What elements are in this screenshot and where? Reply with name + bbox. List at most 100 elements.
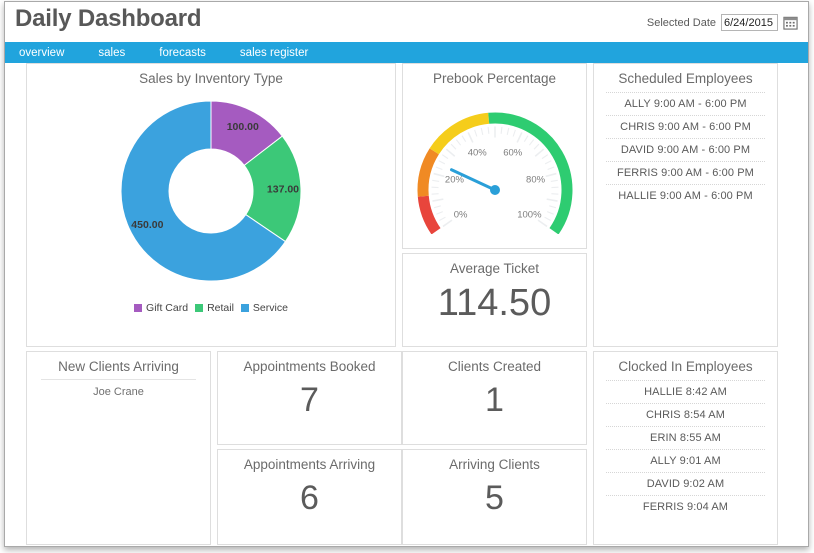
gauge-tick-label: 100% <box>517 210 542 221</box>
legend-item[interactable]: Gift Card <box>134 302 188 314</box>
appointments-booked-value: 7 <box>300 381 319 419</box>
page-title: Daily Dashboard <box>15 5 202 32</box>
gauge-tick-labels: 0% 20% 40% 60% 80% 100% <box>444 147 545 220</box>
panel-average-ticket: Average Ticket 114.50 <box>402 253 587 347</box>
nav-item-sales-register[interactable]: sales register <box>240 47 308 59</box>
gauge-tick <box>506 127 509 135</box>
scheduled-employee-row: CHRIS 9:00 AM - 6:00 PM <box>606 115 765 138</box>
legend-swatch-icon <box>195 304 204 312</box>
scheduled-employee-row: ALLY 9:00 AM - 6:00 PM <box>606 92 765 115</box>
legend-swatch-icon <box>240 304 249 312</box>
legend-swatch-icon <box>134 304 143 312</box>
donut-slice-label: 100.00 <box>227 121 259 133</box>
dashboard-grid: Sales by Inventory Type 100.00 137.00 450.… <box>5 63 808 545</box>
clocked-in-employee-row: HALLIE 8:42 AM <box>606 380 765 403</box>
gauge-tick <box>441 154 448 160</box>
gauge-tick <box>545 172 557 178</box>
gauge-tick <box>533 143 539 150</box>
gauge-tick <box>548 205 556 209</box>
main-nav: overview sales forecasts sales register <box>5 42 808 63</box>
gauge-tick <box>537 219 547 228</box>
panel-title-arriving-clients: Arriving Clients <box>449 457 540 472</box>
gauge-needle-hub <box>489 185 500 195</box>
gauge-tick <box>515 132 523 143</box>
panel-arriving-clients: Arriving Clients 5 <box>402 449 587 545</box>
gauge-tick-label: 40% <box>467 147 487 158</box>
panel-title-clients-created: Clients Created <box>447 359 542 374</box>
new-client-row: Joe Crane <box>41 379 196 402</box>
panel-title-average-ticket: Average Ticket <box>449 261 540 276</box>
panel-new-clients-arriving: New Clients Arriving Joe Crane <box>26 351 211 545</box>
donut-chart-sales-by-inventory-type: 100.00 137.00 450.00 <box>27 86 395 301</box>
gauge-tick <box>461 135 466 142</box>
clocked-in-employee-row: CHRIS 8:54 AM <box>606 403 765 426</box>
gauge-chart-prebook-percentage: 0% 20% 40% 60% 80% 100% <box>403 86 586 236</box>
nav-item-overview[interactable]: overview <box>19 47 64 59</box>
panel-sales-by-inventory-type: Sales by Inventory Type 100.00 137.00 450.… <box>26 63 396 347</box>
legend-label: Retail <box>207 302 234 314</box>
gauge-tick <box>450 143 456 150</box>
legend-item[interactable]: Service <box>240 302 288 314</box>
arriving-clients-value: 5 <box>485 479 504 517</box>
gauge-tick <box>543 216 551 222</box>
app-header: Daily Dashboard Selected Date <box>5 2 808 42</box>
panel-prebook-percentage: Prebook Percentage 0% 20% 40% 60% 80% 100% <box>402 63 587 249</box>
clients-created-value: 1 <box>485 381 504 419</box>
gauge-tick <box>528 139 534 146</box>
gauge-tick <box>487 126 489 134</box>
gauge-tick <box>455 139 461 146</box>
nav-item-forecasts[interactable]: forecasts <box>159 47 206 59</box>
gauge-tick <box>466 132 474 143</box>
gauge-tick <box>438 216 446 222</box>
gauge-tick <box>433 205 441 209</box>
scheduled-employee-row: FERRIS 9:00 AM - 6:00 PM <box>606 161 765 184</box>
gauge-tick <box>437 160 445 165</box>
calendar-icon[interactable] <box>783 15 798 30</box>
donut-slice-label: 450.00 <box>131 219 163 231</box>
average-ticket-value: 114.50 <box>437 282 552 324</box>
donut-legend: Gift Card Retail Service <box>27 302 395 314</box>
panel-title-prebook-percentage: Prebook Percentage <box>432 71 557 86</box>
clocked-in-employee-row: FERRIS 9:04 AM <box>606 495 765 518</box>
clocked-in-employees-list: HALLIE 8:42 AM CHRIS 8:54 AM ERIN 8:55 AM A… <box>606 380 765 518</box>
panel-clients-created: Clients Created 1 <box>402 351 587 445</box>
panel-title-sales-by-inventory-type: Sales by Inventory Type <box>139 71 283 86</box>
gauge-tick <box>546 211 554 215</box>
gauge-tick <box>480 127 483 135</box>
panel-title-appointments-booked: Appointments Booked <box>243 359 376 374</box>
gauge-tick <box>534 148 544 157</box>
gauge-tick <box>546 166 554 171</box>
gauge-tick <box>432 172 444 178</box>
panel-clocked-in-employees: Clocked In Employees HALLIE 8:42 AM CHRIS… <box>593 351 778 545</box>
new-clients-arriving-list: Joe Crane <box>41 379 196 402</box>
gauge-tick <box>431 179 439 182</box>
gauge-tick <box>544 160 552 165</box>
selected-date-control: Selected Date <box>647 14 798 31</box>
panel-title-new-clients-arriving: New Clients Arriving <box>58 359 179 374</box>
application-window: Daily Dashboard Selected Date 6/24/2015 … <box>4 1 809 547</box>
gauge-tick <box>550 179 558 182</box>
gauge-tick <box>512 129 516 137</box>
gauge-tick <box>500 126 502 134</box>
clocked-in-employee-row: ERIN 8:55 AM <box>606 426 765 449</box>
gauge-tick <box>445 148 455 157</box>
gauge-band <box>429 112 489 155</box>
panel-title-appointments-arriving: Appointments Arriving <box>243 457 376 472</box>
panel-scheduled-employees: Scheduled Employees ALLY 9:00 AM - 6:00 … <box>593 63 778 347</box>
selected-date-label: Selected Date <box>646 16 716 29</box>
nav-item-sales[interactable]: sales <box>98 47 125 59</box>
panel-title-scheduled-employees: Scheduled Employees <box>618 71 753 86</box>
scheduled-employees-list: ALLY 9:00 AM - 6:00 PM CHRIS 9:00 AM - 6:… <box>606 92 765 207</box>
panel-title-clocked-in-employees: Clocked In Employees <box>618 359 753 374</box>
gauge-tick-label: 80% <box>526 175 546 186</box>
gauge-tick-label: 60% <box>503 147 523 158</box>
clocked-in-employee-row: DAVID 9:02 AM <box>606 472 765 495</box>
gauge-tick <box>541 154 548 160</box>
legend-label: Service <box>252 302 288 314</box>
selected-date-input[interactable] <box>721 14 778 31</box>
scheduled-employee-row: HALLIE 9:00 AM - 6:00 PM <box>606 184 765 207</box>
donut-slice-label: 137.00 <box>267 183 299 195</box>
gauge-tick <box>435 166 443 171</box>
legend-item[interactable]: Retail <box>195 302 234 314</box>
gauge-tick <box>473 129 477 137</box>
